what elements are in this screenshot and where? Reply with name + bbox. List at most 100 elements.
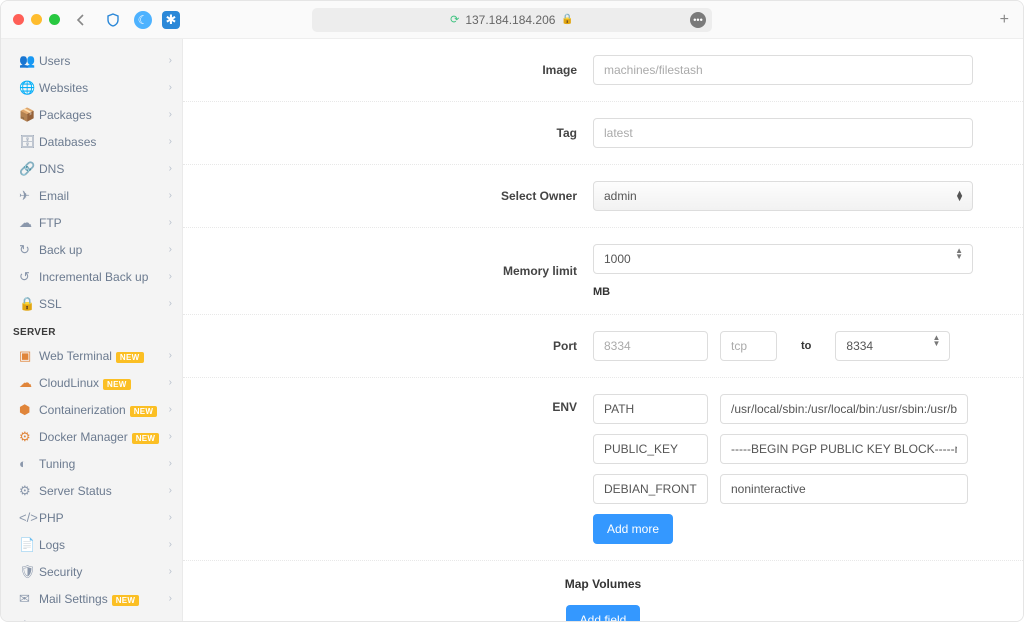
row-tag: Tag	[183, 102, 1023, 165]
link-icon: 🔗	[19, 161, 39, 177]
sidebar-item-label: Docker ManagerNEW	[39, 430, 169, 444]
new-badge: NEW	[132, 433, 160, 444]
users-icon: 👥	[19, 53, 39, 69]
chevron-right-icon: ›	[169, 244, 172, 255]
env-row	[593, 434, 968, 464]
sidebar-item-packages[interactable]: 📦Packages›	[1, 101, 182, 128]
sidebar-item-incremental-backup[interactable]: ↺Incremental Back up›	[1, 263, 182, 290]
sidebar-item-label: Logs	[39, 538, 169, 552]
sidebar-item-label: ContainerizationNEW	[39, 403, 169, 417]
map-volumes-title: Map Volumes	[183, 577, 1023, 591]
half-circle-icon: ◐	[19, 456, 39, 471]
chevron-right-icon: ›	[169, 271, 172, 282]
sidebar-item-backup[interactable]: ↻Back up›	[1, 236, 182, 263]
port-source-input[interactable]	[593, 331, 708, 361]
refresh-icon: ⟳	[450, 13, 459, 26]
chevron-right-icon: ›	[169, 566, 172, 577]
minimize-window-button[interactable]	[31, 14, 42, 25]
sidebar-item-label: PHP	[39, 511, 169, 525]
sidebar-item-dns[interactable]: 🔗DNS›	[1, 155, 182, 182]
stepper-arrows-icon[interactable]: ▲▼	[932, 335, 940, 347]
memory-input[interactable]	[593, 244, 973, 274]
back-button[interactable]	[70, 9, 92, 31]
env-row	[593, 394, 968, 424]
image-input[interactable]	[593, 55, 973, 85]
close-window-button[interactable]	[13, 14, 24, 25]
label-port: Port	[183, 339, 593, 353]
sidebar-item-label: Tuning	[39, 457, 169, 471]
lock-icon: 🔒	[19, 296, 39, 312]
body: 👥Users› 🌐Websites› 📦Packages› 🗄Databases…	[1, 39, 1023, 621]
chevron-right-icon: ›	[169, 512, 172, 523]
chevron-right-icon: ›	[169, 298, 172, 309]
sidebar-item-cloudlinux[interactable]: ☁CloudLinuxNEW›	[1, 369, 182, 396]
add-field-button[interactable]: Add field	[566, 605, 641, 621]
container-icon: ⬢	[19, 402, 39, 418]
plane-icon: ✈	[19, 188, 39, 204]
env-value-input[interactable]	[720, 434, 968, 464]
env-key-input[interactable]	[593, 474, 708, 504]
port-protocol-input[interactable]	[720, 331, 777, 361]
sidebar-item-label: FTP	[39, 216, 169, 230]
sidebar-item-label: DNS	[39, 162, 169, 176]
sidebar-item-email[interactable]: ✈Email›	[1, 182, 182, 209]
sidebar-item-security[interactable]: 🛡Security›	[1, 558, 182, 585]
tag-input[interactable]	[593, 118, 973, 148]
sidebar-item-docker-manager[interactable]: ⚙Docker ManagerNEW›	[1, 423, 182, 450]
chevron-right-icon: ›	[169, 485, 172, 496]
sidebar-item-web-terminal[interactable]: ▣Web TerminalNEW›	[1, 342, 182, 369]
env-key-input[interactable]	[593, 394, 708, 424]
new-badge: NEW	[130, 406, 158, 417]
sidebar-item-ftp[interactable]: ☁FTP›	[1, 209, 182, 236]
sidebar-item-server-status[interactable]: ⚙Server Status›	[1, 477, 182, 504]
maximize-window-button[interactable]	[49, 14, 60, 25]
row-memory: Memory limit ▲▼ MB	[183, 228, 1023, 315]
refresh-icon: ↻	[19, 242, 39, 258]
window-controls	[13, 14, 60, 25]
new-badge: NEW	[116, 352, 144, 363]
code-icon: </>	[19, 510, 39, 525]
port-to-label: to	[789, 340, 823, 352]
sidebar-item-mail-settings[interactable]: ✉Mail SettingsNEW›	[1, 585, 182, 612]
env-key-input[interactable]	[593, 434, 708, 464]
sidebar-item-manage-services[interactable]: ⚙Manage Services›	[1, 612, 182, 621]
new-tab-button[interactable]: +	[1000, 11, 1009, 29]
sidebar-item-logs[interactable]: 📄Logs›	[1, 531, 182, 558]
globe-icon: 🌐	[19, 80, 39, 96]
env-value-input[interactable]	[720, 474, 968, 504]
chevron-right-icon: ›	[169, 539, 172, 550]
shield-icon: 🛡	[19, 564, 39, 580]
chevron-right-icon: ›	[169, 404, 172, 415]
sidebar-item-ssl[interactable]: 🔒SSL›	[1, 290, 182, 317]
extension-icon[interactable]: ✱	[162, 11, 180, 29]
sidebar-item-users[interactable]: 👥Users›	[1, 47, 182, 74]
env-value-input[interactable]	[720, 394, 968, 424]
sidebar-item-label: SSL	[39, 297, 169, 311]
chevron-right-icon: ›	[169, 82, 172, 93]
sidebar-item-label: Mail SettingsNEW	[39, 592, 169, 606]
titlebar: ☾ ✱ ⟳ 137.184.184.206 🔒 ••• +	[1, 1, 1023, 39]
sidebar-item-tuning[interactable]: ◐Tuning›	[1, 450, 182, 477]
sidebar-item-websites[interactable]: 🌐Websites›	[1, 74, 182, 101]
sidebar-item-label: Security	[39, 565, 169, 579]
chevron-right-icon: ›	[169, 217, 172, 228]
envelope-icon: ✉	[19, 591, 39, 607]
reader-icon[interactable]: ☾	[134, 11, 152, 29]
shield-icon[interactable]	[102, 9, 124, 31]
map-volumes-section: Map Volumes Add field	[183, 561, 1023, 621]
sidebar-item-php[interactable]: </>PHP›	[1, 504, 182, 531]
owner-select[interactable]: admin ▲▼	[593, 181, 973, 211]
row-env: ENV	[183, 378, 1023, 561]
url-menu-icon[interactable]: •••	[690, 12, 706, 28]
url-bar[interactable]: ⟳ 137.184.184.206 🔒 •••	[312, 8, 712, 32]
document-icon: 📄	[19, 537, 39, 553]
sidebar-item-label: Databases	[39, 135, 169, 149]
sidebar-item-databases[interactable]: 🗄Databases›	[1, 128, 182, 155]
add-more-env-button[interactable]: Add more	[593, 514, 673, 544]
label-image: Image	[183, 63, 593, 77]
sidebar-item-label: Websites	[39, 81, 169, 95]
sidebar-item-label: Incremental Back up	[39, 270, 169, 284]
stepper-arrows-icon[interactable]: ▲▼	[955, 248, 963, 260]
label-tag: Tag	[183, 126, 593, 140]
sidebar-item-containerization[interactable]: ⬢ContainerizationNEW›	[1, 396, 182, 423]
